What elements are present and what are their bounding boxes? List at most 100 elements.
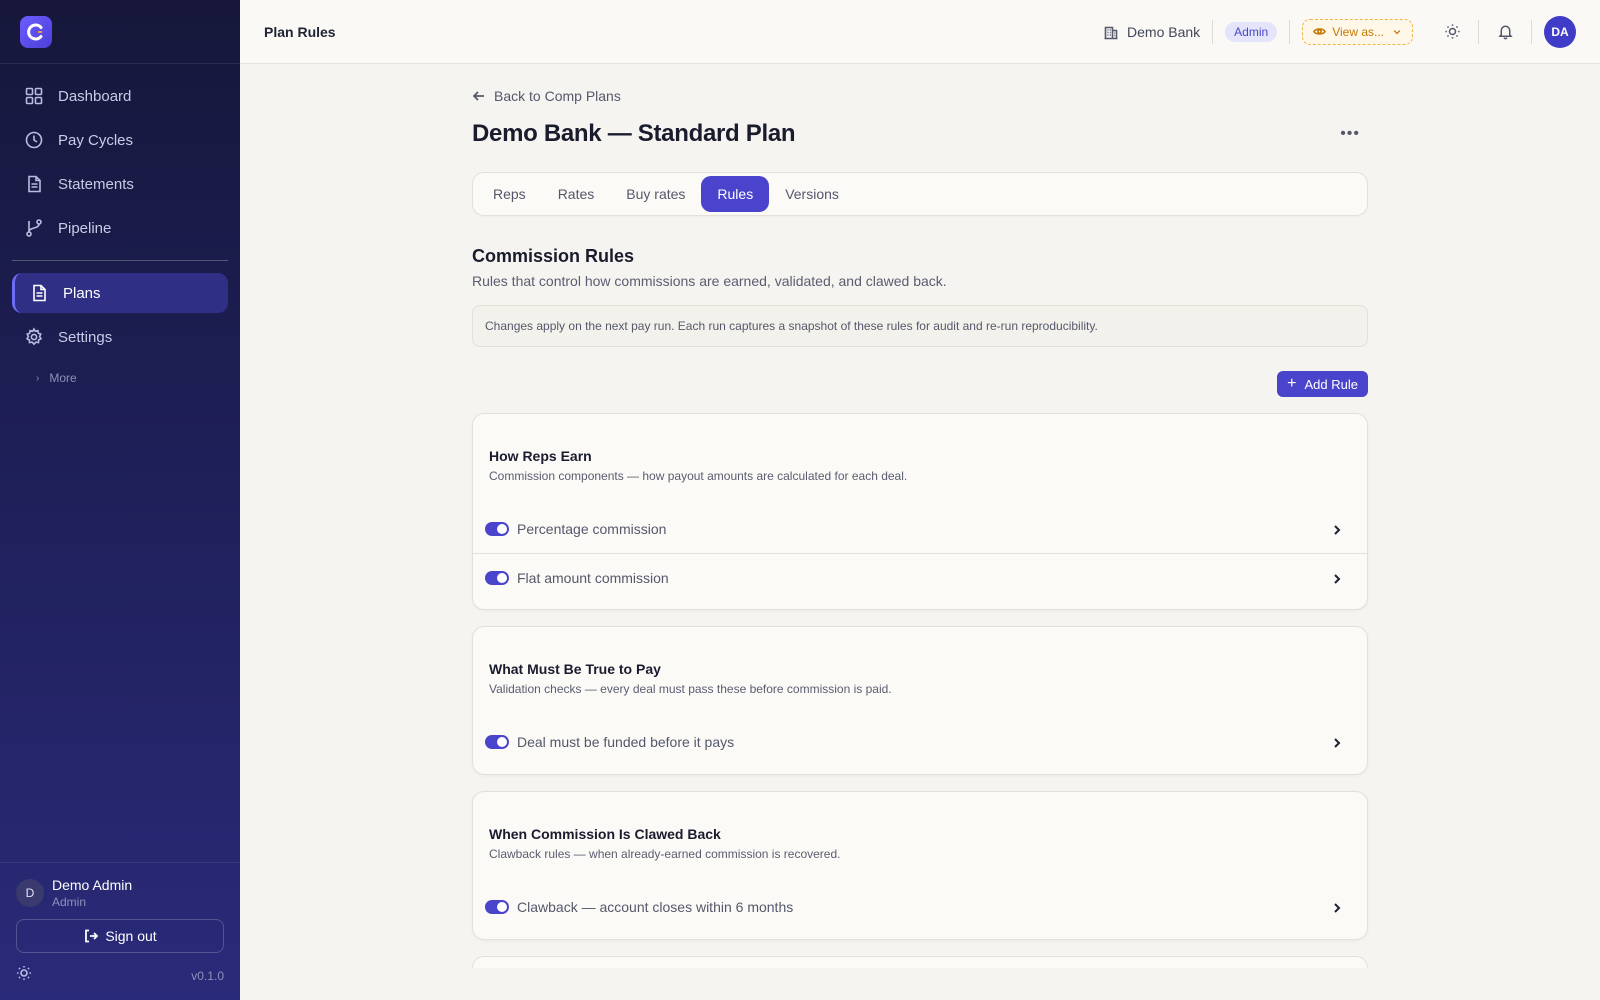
top-bar-right: Demo Bank Admin View as... DA (1103, 15, 1576, 48)
sidebar-divider (12, 260, 228, 261)
sidebar-item-label: Pay Cycles (58, 131, 134, 149)
main-content: Back to Comp Plans Demo Bank — Standard … (472, 64, 1368, 968)
card-header: When Commission Is Clawed Back Clawback … (473, 792, 1367, 861)
clock-icon (24, 130, 44, 150)
back-link[interactable]: Back to Comp Plans (472, 88, 672, 104)
chevron-right-icon (1331, 736, 1343, 748)
rule-toggle[interactable] (485, 735, 509, 749)
rule-label: Percentage commission (517, 521, 667, 537)
logo-icon (27, 23, 43, 40)
chevron-right-icon (1331, 901, 1343, 913)
sidebar-item-statements[interactable]: Statements (12, 164, 228, 204)
tab-rates[interactable]: Rates (542, 176, 611, 212)
rule-list: Clawback — account closes within 6 month… (473, 883, 1367, 939)
org-name: Demo Bank (1127, 23, 1201, 40)
rule-group-card: What Must Be True to Pay Validation chec… (472, 626, 1368, 775)
view-as-label: View as... (1332, 24, 1384, 39)
divider (1212, 19, 1214, 44)
card-subtitle: Commission components — how payout amoun… (489, 469, 908, 483)
notifications-button[interactable] (1491, 18, 1519, 46)
plus-icon: + (1287, 375, 1297, 392)
sidebar-item-pipeline[interactable]: Pipeline (12, 208, 228, 248)
sidebar-item-label: Dashboard (58, 87, 132, 105)
tab-rules[interactable]: Rules (701, 176, 770, 212)
notice-text: Changes apply on the next pay run. Each … (485, 319, 1098, 333)
sign-out-button[interactable]: Sign out (16, 919, 224, 953)
role-badge: Admin (1225, 21, 1278, 42)
sidebar-user: D Demo Admin Admin (16, 877, 224, 909)
add-rule-row: + Add Rule (472, 371, 1368, 397)
view-as-dropdown[interactable]: View as... (1302, 18, 1413, 45)
rule-toggle[interactable] (485, 570, 509, 585)
rule-row[interactable]: Clawback — account closes within 6 month… (473, 883, 1367, 931)
document-icon (29, 283, 49, 303)
rule-group-card-partial (472, 956, 1368, 968)
arrow-left-icon (472, 91, 484, 101)
chevron-down-icon (1393, 29, 1401, 34)
tab-reps[interactable]: Reps (477, 176, 542, 212)
sign-out-icon (85, 929, 99, 943)
add-rule-label: Add Rule (1304, 376, 1358, 392)
rule-group-card: When Commission Is Clawed Back Clawback … (472, 791, 1368, 940)
sidebar-item-pay-cycles[interactable]: Pay Cycles (12, 120, 228, 160)
card-header: What Must Be True to Pay Validation chec… (473, 627, 1367, 696)
rule-row[interactable]: Flat amount commission (473, 553, 1367, 601)
top-bar: Plan Rules Demo Bank Admin View as... DA (240, 0, 1600, 64)
sidebar-item-label: Pipeline (58, 219, 112, 237)
app-version: v0.1.0 (191, 968, 224, 983)
user-role: Admin (52, 895, 87, 909)
avatar: D (16, 879, 44, 907)
sun-icon[interactable] (16, 965, 32, 986)
rule-list: Deal must be funded before it pays (473, 718, 1367, 774)
rule-toggle[interactable] (485, 900, 509, 914)
section-subtitle: Rules that control how commissions are e… (472, 273, 947, 289)
rule-row[interactable]: Percentage commission (473, 505, 1367, 553)
bell-icon (1497, 25, 1513, 40)
rule-row[interactable]: Deal must be funded before it pays (473, 718, 1367, 766)
rule-group-card: How Reps Earn Commission components — ho… (472, 413, 1368, 610)
card-subtitle: Validation checks — every deal must pass… (489, 682, 892, 696)
tab-buy-rates[interactable]: Buy rates (610, 176, 701, 212)
back-link-label: Back to Comp Plans (494, 88, 621, 104)
sidebar: Dashboard Pay Cycles Statements Pipeline (0, 0, 240, 1000)
info-notice: Changes apply on the next pay run. Each … (472, 305, 1368, 347)
rule-label: Deal must be funded before it pays (517, 734, 735, 750)
org-switcher[interactable]: Demo Bank (1103, 24, 1200, 40)
rule-list: Percentage commission Flat amount commis… (473, 505, 1367, 609)
more-options-icon[interactable]: ••• (1340, 125, 1360, 143)
rule-toggle[interactable] (485, 522, 509, 536)
sidebar-more-label: More (49, 371, 77, 385)
sidebar-item-plans[interactable]: Plans (12, 273, 228, 313)
tab-versions[interactable]: Versions (769, 176, 855, 212)
add-rule-button[interactable]: + Add Rule (1277, 371, 1368, 397)
divider (1478, 19, 1479, 44)
divider (1289, 19, 1291, 44)
title-row: Demo Bank — Standard Plan ••• (472, 118, 1368, 150)
logo-area (0, 0, 240, 64)
card-subtitle: Clawback rules — when already-earned com… (489, 847, 841, 861)
rule-label: Clawback — account closes within 6 month… (517, 899, 794, 915)
user-avatar-button[interactable]: DA (1544, 15, 1576, 48)
card-title: What Must Be True to Pay (489, 661, 661, 677)
rule-label: Flat amount commission (517, 569, 669, 586)
chevron-right-icon (1331, 523, 1343, 535)
sidebar-item-dashboard[interactable]: Dashboard (12, 76, 228, 116)
grid-icon (24, 86, 44, 106)
building-icon (1104, 26, 1118, 39)
sidebar-item-label: Plans (63, 284, 101, 302)
theme-toggle-button[interactable] (1438, 18, 1466, 46)
git-branch-icon (24, 218, 44, 238)
card-header: How Reps Earn Commission components — ho… (473, 414, 1367, 483)
sidebar-item-label: Settings (58, 328, 113, 346)
app-logo[interactable] (20, 15, 52, 48)
chevron-right-icon (1331, 572, 1343, 584)
section-title: Commission Rules (472, 246, 635, 266)
sidebar-nav: Dashboard Pay Cycles Statements Pipeline (0, 64, 240, 393)
document-icon (24, 174, 44, 194)
card-title: When Commission Is Clawed Back (489, 826, 721, 842)
eye-icon (1313, 28, 1327, 35)
divider (1429, 20, 1430, 44)
sidebar-item-label: Statements (58, 175, 134, 193)
sidebar-item-settings[interactable]: Settings (12, 317, 228, 357)
sidebar-more-toggle[interactable]: › More (12, 363, 228, 393)
